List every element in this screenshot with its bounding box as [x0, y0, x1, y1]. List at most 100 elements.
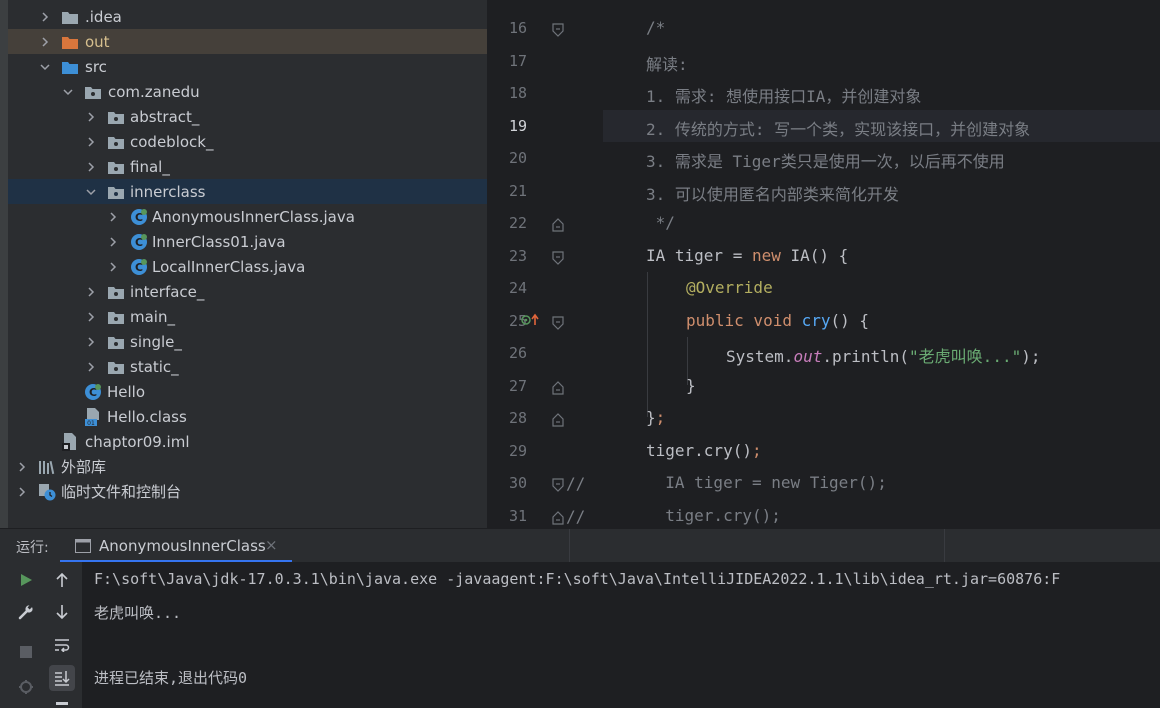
line-comment-prefix: //: [566, 474, 586, 493]
line-number: 17: [508, 52, 527, 70]
code-line: IA tiger = new Tiger();: [646, 473, 887, 492]
line-number: 26: [508, 344, 527, 362]
java-class-icon: C: [130, 208, 148, 226]
scroll-down-icon[interactable]: [49, 599, 75, 625]
tree-item-hello-class[interactable]: 01 Hello.class: [8, 404, 487, 429]
tree-item-label: abstract_: [130, 107, 200, 126]
tree-item-innerclass01[interactable]: C InnerClass01.java: [8, 229, 487, 254]
fold-start-icon[interactable]: [552, 250, 564, 265]
chevron-down-icon[interactable]: [38, 60, 52, 74]
run-tab-label: AnonymousInnerClass: [99, 537, 266, 555]
tree-item-chaptor09-iml[interactable]: chaptor09.iml: [8, 429, 487, 454]
tree-item-anonymousinnerclass[interactable]: C AnonymousInnerClass.java: [8, 204, 487, 229]
run-tab-anonymousinnerclass[interactable]: AnonymousInnerClass ×: [60, 529, 292, 563]
chevron-right-icon[interactable]: [38, 35, 52, 49]
indent-guide: [647, 272, 648, 417]
editor-gutter[interactable]: 16 17 18 19 20 21 22 23 24 25 26 27 28 2…: [487, 0, 603, 528]
chevron-right-icon[interactable]: [84, 110, 98, 124]
fold-start-icon[interactable]: [552, 22, 564, 37]
tree-item-localinnerclass[interactable]: C LocalInnerClass.java: [8, 254, 487, 279]
svg-text:01: 01: [87, 420, 95, 426]
package-icon: [107, 283, 125, 301]
line-number: 24: [508, 279, 527, 297]
package-icon: [107, 133, 125, 151]
tree-item-label: static_: [130, 357, 179, 376]
tree-item-com-zanedu[interactable]: com.zanedu: [8, 79, 487, 104]
chevron-right-icon[interactable]: [38, 10, 52, 24]
line-number: 16: [508, 19, 527, 37]
chevron-right-icon[interactable]: [84, 360, 98, 374]
run-console-output[interactable]: F:\soft\Java\jdk-17.0.3.1\bin\java.exe -…: [82, 562, 1160, 708]
class-file-icon: 01: [84, 407, 102, 426]
fold-start-icon[interactable]: [552, 315, 564, 330]
project-tree: .idea out src com.zanedu abstract_ codeb…: [0, 0, 487, 528]
tree-item-label: src: [85, 57, 107, 76]
tree-item-single[interactable]: single_: [8, 329, 487, 354]
rerun-icon[interactable]: [13, 567, 39, 593]
chevron-right-icon[interactable]: [84, 335, 98, 349]
code-line: };: [646, 408, 666, 427]
tree-item-label: Hello.class: [107, 407, 187, 426]
tree-item-src[interactable]: src: [8, 54, 487, 79]
tree-item-out[interactable]: out: [8, 29, 487, 54]
divider: [944, 529, 945, 563]
tree-left-strip: [0, 0, 8, 528]
tree-item-label: innerclass: [130, 182, 206, 201]
close-tab-icon[interactable]: ×: [265, 536, 278, 554]
fold-end-icon[interactable]: [552, 412, 564, 427]
java-class-icon: C: [130, 258, 148, 276]
chevron-right-icon[interactable]: [84, 285, 98, 299]
line-number: 18: [508, 84, 527, 102]
folder-source-icon: [61, 58, 79, 76]
tree-item-label: final_: [130, 157, 170, 176]
tree-item-label: LocalInnerClass.java: [152, 257, 306, 276]
scroll-up-icon[interactable]: [49, 567, 75, 593]
tree-item-codeblock[interactable]: codeblock_: [8, 129, 487, 154]
chevron-right-icon[interactable]: [106, 260, 120, 274]
tree-item-scratches[interactable]: 临时文件和控制台: [8, 479, 487, 504]
tree-item-static[interactable]: static_: [8, 354, 487, 379]
fold-end-icon[interactable]: [552, 217, 564, 232]
tree-item-label: com.zanedu: [108, 82, 200, 101]
tree-item-interface[interactable]: interface_: [8, 279, 487, 304]
chevron-right-icon[interactable]: [84, 310, 98, 324]
tree-item-label: 外部库: [61, 458, 107, 476]
soft-wrap-icon[interactable]: [49, 632, 75, 658]
fold-end-icon[interactable]: [552, 510, 564, 525]
package-icon: [107, 308, 125, 326]
tree-item-hello[interactable]: C Hello: [8, 379, 487, 404]
line-number: 31: [508, 507, 527, 525]
chevron-right-icon[interactable]: [106, 210, 120, 224]
line-number: 20: [508, 149, 527, 167]
scroll-to-end-icon[interactable]: [49, 665, 75, 691]
chevron-right-icon[interactable]: [106, 235, 120, 249]
tree-item-label: single_: [130, 332, 182, 351]
code-line: 解读:: [646, 55, 688, 74]
console-line: 进程已结束,退出代码0: [94, 669, 248, 687]
tree-item-external-libraries[interactable]: 外部库: [8, 454, 487, 479]
restore-layout-icon[interactable]: [13, 674, 39, 700]
divider: [569, 529, 570, 563]
tree-item-final[interactable]: final_: [8, 154, 487, 179]
tree-item-label: InnerClass01.java: [152, 232, 286, 251]
fold-end-icon[interactable]: [552, 380, 564, 395]
tree-item-innerclass[interactable]: innerclass: [8, 179, 487, 204]
tree-item-abstract[interactable]: abstract_: [8, 104, 487, 129]
chevron-down-icon[interactable]: [84, 185, 98, 199]
tree-item-main[interactable]: main_: [8, 304, 487, 329]
implements-method-icon[interactable]: [521, 313, 541, 330]
chevron-right-icon[interactable]: [84, 135, 98, 149]
line-number: 23: [508, 247, 527, 265]
code-line: */: [646, 213, 675, 232]
code-line: }: [686, 376, 696, 395]
tree-item-idea[interactable]: .idea: [8, 4, 487, 29]
stop-icon[interactable]: [13, 639, 39, 665]
wrench-icon[interactable]: [13, 599, 39, 625]
chevron-right-icon[interactable]: [84, 160, 98, 174]
chevron-right-icon[interactable]: [15, 485, 29, 499]
tree-item-label: .idea: [85, 7, 122, 26]
chevron-right-icon[interactable]: [15, 460, 29, 474]
chevron-down-icon[interactable]: [61, 85, 75, 99]
code-editor[interactable]: 16 17 18 19 20 21 22 23 24 25 26 27 28 2…: [487, 0, 1160, 528]
fold-start-icon[interactable]: [552, 477, 564, 492]
